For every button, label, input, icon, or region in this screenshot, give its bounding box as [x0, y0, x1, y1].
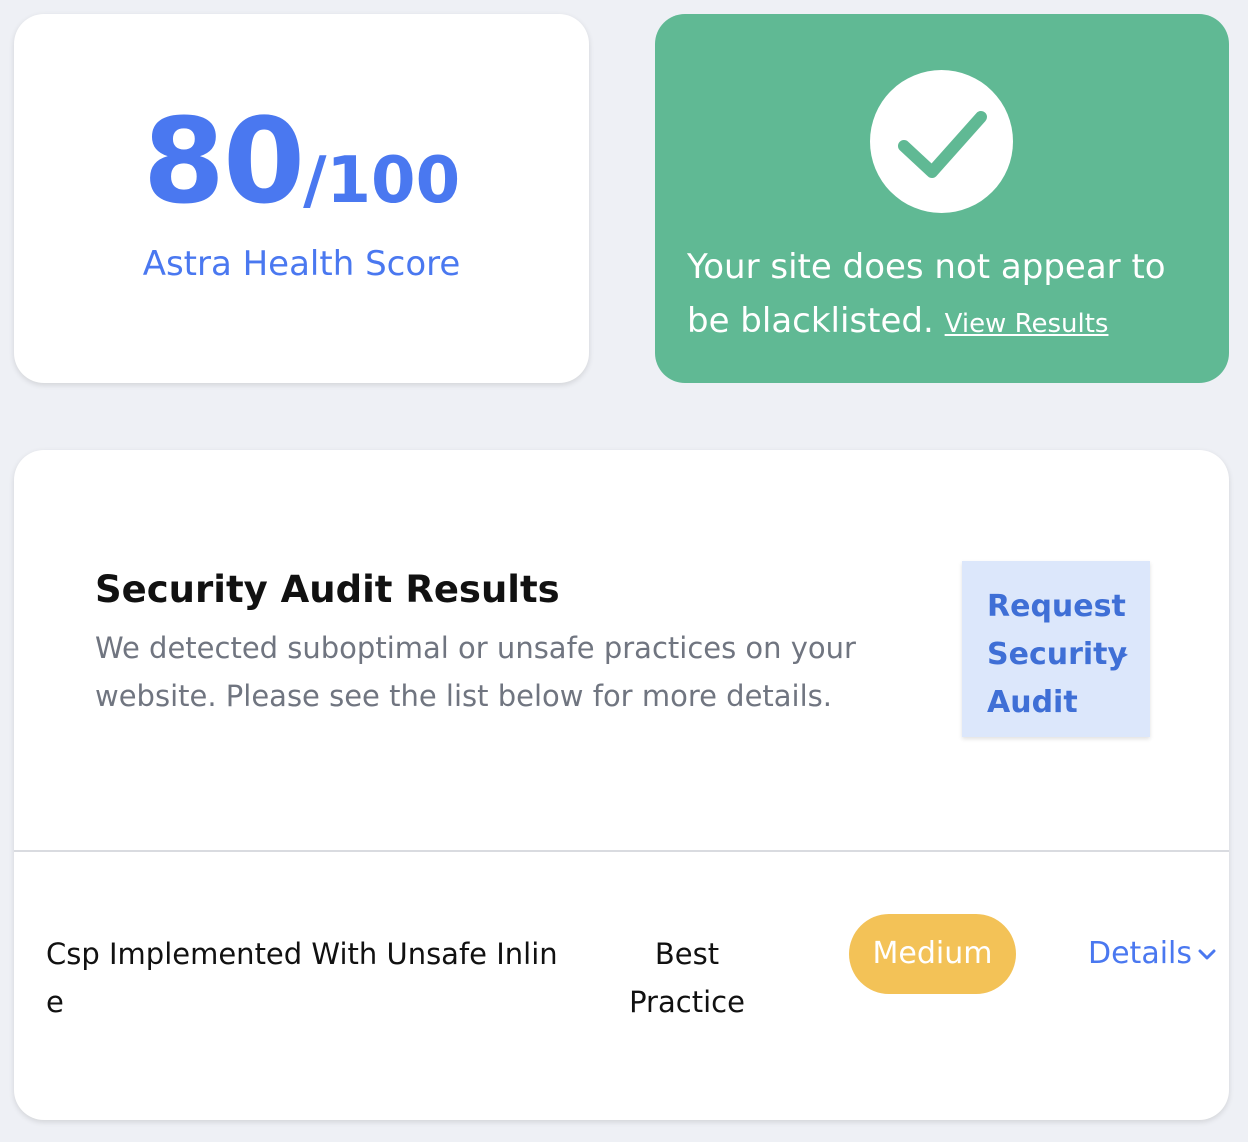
request-security-audit-label: Request Security Audit: [987, 589, 1128, 720]
issue-category: Best Practice: [629, 937, 745, 1019]
security-audit-card: Security Audit Results We detected subop…: [14, 450, 1229, 1120]
blacklist-status-card: Your site does not appear to be blacklis…: [655, 14, 1229, 383]
health-score-value: 80: [142, 92, 305, 230]
view-results-link[interactable]: View Results: [945, 309, 1109, 339]
table-row: Csp Implemented With Unsafe Inline Best …: [14, 914, 1229, 1030]
audit-title: Security Audit Results: [95, 568, 560, 611]
severity-badge: Medium: [849, 914, 1016, 994]
divider: [14, 850, 1229, 852]
health-score-card: 80/100 Astra Health Score: [14, 14, 589, 383]
blacklist-status-text: Your site does not appear to be blacklis…: [687, 240, 1207, 351]
checkmark-icon: [870, 70, 1013, 213]
health-score-label: Astra Health Score: [142, 244, 461, 284]
caret-right-icon: ▸: [1122, 647, 1129, 661]
audit-description: We detected suboptimal or unsafe practic…: [95, 631, 856, 713]
chevron-down-icon: [1198, 949, 1216, 959]
issue-name: Csp Implemented With Unsafe Inline: [46, 937, 558, 1019]
health-score-max: /100: [303, 144, 461, 218]
details-label: Details: [1088, 936, 1193, 971]
request-security-audit-button[interactable]: Request Security Audit ▸: [962, 561, 1150, 737]
details-toggle[interactable]: Details: [1088, 930, 1216, 978]
health-score: 80/100: [14, 92, 589, 230]
